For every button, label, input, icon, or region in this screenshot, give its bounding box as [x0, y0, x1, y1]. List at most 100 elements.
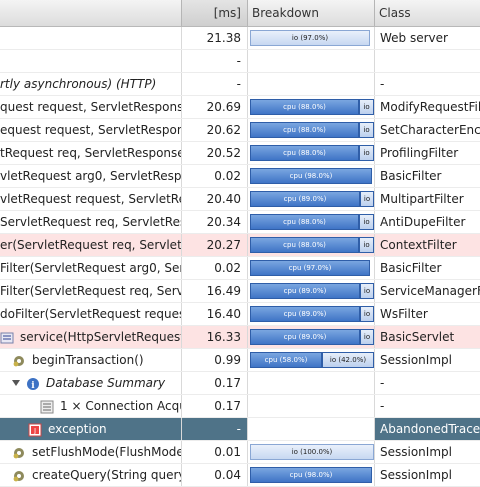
table-header: [ms] Breakdown Class: [0, 0, 480, 27]
breakdown-bar: cpu (58.0%): [250, 352, 322, 368]
time-ms-cell: 20.40: [182, 188, 248, 210]
method-cell: er(ServletRequest req, ServletResp: [0, 234, 182, 256]
class-cell: WsFilter: [380, 307, 428, 321]
class-cell: SetCharacterEncod: [380, 123, 480, 137]
table-row[interactable]: Jexception-AbandonedTrace$A: [0, 418, 480, 441]
table-row[interactable]: tRequest req, ServletResponse rep20.52cp…: [0, 142, 480, 165]
time-ms-cell: 20.52: [182, 142, 248, 164]
method-name: Filter(ServletRequest arg0, ServletR: [0, 261, 181, 275]
method-name: Database Summary: [46, 376, 166, 390]
breakdown-cell: cpu (89.0%) io: [248, 188, 375, 210]
table-row[interactable]: 21.38 io (97.0%) Web server: [0, 27, 480, 50]
time-ms-cell: 0.17: [182, 372, 248, 394]
breakdown-bar: io: [360, 329, 374, 345]
breakdown-bar: cpu (98.0%): [250, 467, 372, 483]
column-header-name[interactable]: [0, 0, 182, 26]
method-cell: equest request, ServletResponse re: [0, 119, 182, 141]
table-row[interactable]: Filter(ServletRequest req, ServletRe16.4…: [0, 280, 480, 303]
method-name: equest request, ServletResponse re: [0, 123, 181, 137]
time-ms-cell: 0.99: [182, 349, 248, 371]
table-row[interactable]: vletRequest request, ServletRespo20.40cp…: [0, 188, 480, 211]
breakdown-bar: io: [359, 214, 374, 230]
method-cell: quest request, ServletResponse resp: [0, 96, 182, 118]
breakdown-cell: io (97.0%): [248, 27, 375, 49]
profiler-table: [ms] Breakdown Class 21.38 io (97.0%) Web …: [0, 0, 480, 487]
time-ms-cell: 20.62: [182, 119, 248, 141]
breakdown-bar: cpu (98.0%): [250, 168, 372, 184]
table-row[interactable]: service(HttpServletRequest req,16.33cpu …: [0, 326, 480, 349]
table-row[interactable]: quest request, ServletResponse resp20.69…: [0, 96, 480, 119]
table-row[interactable]: createQuery(String queryString0.04cpu (9…: [0, 464, 480, 487]
breakdown-bar: cpu (88.0%): [250, 237, 359, 253]
class-cell: [375, 50, 480, 72]
table-row[interactable]: vletRequest arg0, ServletResponse0.02cpu…: [0, 165, 480, 188]
method-cell: Filter(ServletRequest arg0, ServletR: [0, 257, 182, 279]
breakdown-cell: cpu (89.0%) io: [248, 303, 375, 325]
breakdown-bar: cpu (89.0%): [250, 191, 360, 207]
method-cell: rtly asynchronous) (HTTP): [0, 73, 182, 95]
class-cell: BasicFilter: [380, 261, 442, 275]
table-body: 21.38 io (97.0%) Web server - rtly asynchron…: [0, 27, 480, 487]
method-name: tRequest req, ServletResponse rep: [0, 146, 182, 160]
table-row[interactable]: 1 × Connection Acquisiti0.17 -: [0, 395, 480, 418]
method-name: er(ServletRequest req, ServletResp: [0, 238, 182, 252]
breakdown-cell: cpu (97.0%): [248, 257, 375, 279]
method-name: service(HttpServletRequest req,: [20, 330, 182, 344]
table-row[interactable]: er(ServletRequest req, ServletResp20.27c…: [0, 234, 480, 257]
breakdown-cell: [248, 50, 375, 72]
breakdown-cell: cpu (88.0%) io: [248, 119, 375, 141]
time-ms-cell: 0.17: [182, 395, 248, 417]
table-row[interactable]: ServletRequest req, ServletRespon20.34cp…: [0, 211, 480, 234]
table-row[interactable]: Filter(ServletRequest arg0, ServletR0.02…: [0, 257, 480, 280]
breakdown-bar: cpu (88.0%): [250, 99, 359, 115]
method-name: rtly asynchronous) (HTTP): [0, 77, 157, 91]
class-cell: BasicServlet: [380, 330, 455, 344]
time-ms-cell: 20.69: [182, 96, 248, 118]
table-row[interactable]: rtly asynchronous) (HTTP) - -: [0, 73, 480, 96]
breakdown-cell: cpu (88.0%) io: [248, 142, 375, 164]
class-cell: -: [380, 399, 385, 413]
table-row[interactable]: equest request, ServletResponse re20.62c…: [0, 119, 480, 142]
breakdown-bar: io: [360, 283, 374, 299]
breakdown-bar: cpu (88.0%): [250, 122, 359, 138]
breakdown-bar: cpu (88.0%): [250, 145, 359, 161]
method-name: setFlushMode(FlushMode flus: [32, 445, 182, 459]
method-cell: i Database Summary: [0, 372, 182, 394]
method-cell: service(HttpServletRequest req,: [0, 326, 182, 348]
table-row[interactable]: doFilter(ServletRequest request, Se16.40…: [0, 303, 480, 326]
breakdown-cell: [248, 372, 375, 394]
breakdown-bar: io: [359, 145, 374, 161]
time-ms-cell: -: [182, 418, 248, 440]
column-header-ms[interactable]: [ms]: [182, 0, 248, 26]
breakdown-cell: cpu (88.0%) io: [248, 234, 375, 256]
column-header-breakdown[interactable]: Breakdown: [248, 0, 375, 26]
breakdown-bar: io (97.0%): [250, 30, 370, 46]
breakdown-cell: cpu (98.0%): [248, 464, 375, 486]
class-cell: SessionImpl: [380, 468, 452, 482]
column-header-class[interactable]: Class: [375, 0, 480, 26]
table-row[interactable]: beginTransaction() 0.99 cpu (58.0%) io (42.…: [0, 349, 480, 372]
expand-arrow-icon[interactable]: [12, 380, 20, 386]
method-cell: doFilter(ServletRequest request, Se: [0, 303, 182, 325]
method-cell: setFlushMode(FlushMode flus: [0, 441, 182, 463]
breakdown-cell: cpu (89.0%) io: [248, 280, 375, 302]
class-cell: -: [380, 77, 385, 91]
method-cell: vletRequest arg0, ServletResponse: [0, 165, 182, 187]
breakdown-bar: cpu (88.0%): [250, 214, 359, 230]
class-cell: ContextFilter: [380, 238, 457, 252]
table-row[interactable]: -: [0, 50, 480, 73]
svg-text:J: J: [33, 427, 36, 435]
class-cell: ServiceManagerFilt: [380, 284, 480, 298]
class-cell: -: [380, 376, 385, 390]
svg-text:i: i: [31, 381, 35, 391]
method-name: beginTransaction(): [32, 353, 144, 367]
time-ms-cell: -: [182, 50, 248, 72]
table-row[interactable]: setFlushMode(FlushMode flus0.01io (100.0…: [0, 441, 480, 464]
time-ms-cell: 0.04: [182, 464, 248, 486]
table-row[interactable]: i Database Summary 0.17 -: [0, 372, 480, 395]
method-name: vletRequest arg0, ServletResponse: [0, 169, 182, 183]
class-cell: SessionImpl: [380, 445, 452, 459]
time-ms-cell: -: [182, 73, 248, 95]
breakdown-bar: io: [360, 306, 374, 322]
method-cell: Filter(ServletRequest req, ServletRe: [0, 280, 182, 302]
